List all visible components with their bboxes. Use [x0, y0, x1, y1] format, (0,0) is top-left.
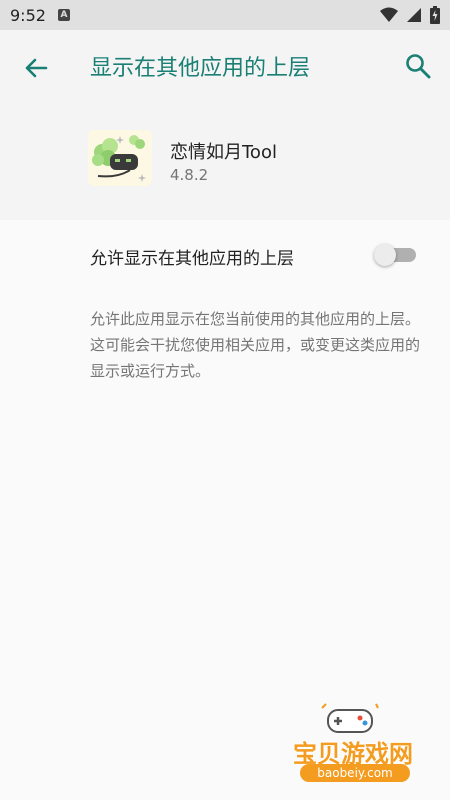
status-bar: 9:52 A [0, 0, 450, 30]
battery-icon [430, 6, 440, 24]
watermark-url: baobeiy.com [300, 764, 410, 782]
app-version: 4.8.2 [170, 166, 209, 184]
permission-description: 允许此应用显示在您当前使用的其他应用的上层。这可能会干扰您使用相关应用，或变更这… [90, 310, 421, 380]
back-button[interactable] [22, 54, 50, 82]
app-bar: 显示在其他应用的上层 [0, 30, 450, 104]
page-title: 显示在其他应用的上层 [90, 56, 311, 81]
gamepad-icon [321, 703, 379, 733]
wifi-icon [380, 7, 398, 22]
search-button[interactable] [404, 52, 432, 80]
overlay-permission-label: 允许显示在其他应用的上层 [90, 249, 294, 269]
overlay-permission-switch[interactable] [374, 244, 418, 266]
signal-icon [407, 8, 421, 22]
overlay-permission-row[interactable]: 允许显示在其他应用的上层 [0, 220, 450, 290]
a-icon: A [57, 9, 70, 21]
app-name: 恋情如月Tool [170, 142, 277, 163]
status-time: 9:52 [10, 5, 46, 25]
watermark: 宝贝游戏网 baobeiy.com [270, 700, 430, 795]
switch-thumb [374, 244, 396, 266]
app-header: 恋情如月Tool 4.8.2 [0, 104, 450, 220]
clover-app-icon [88, 130, 152, 186]
arrow-left-icon [25, 58, 48, 78]
search-icon [406, 54, 431, 79]
status-icons [380, 6, 440, 24]
